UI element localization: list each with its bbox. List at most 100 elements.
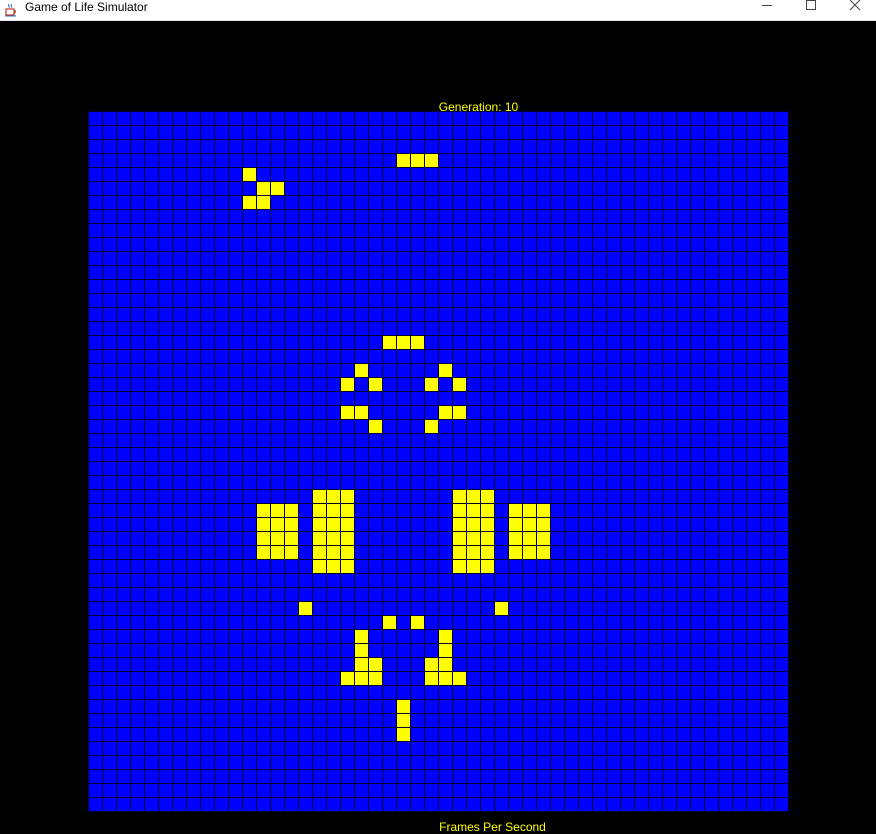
live-cell[interactable] bbox=[425, 672, 438, 685]
live-cell[interactable] bbox=[341, 672, 354, 685]
live-cell[interactable] bbox=[341, 490, 354, 503]
live-cell[interactable] bbox=[313, 490, 326, 503]
live-cell[interactable] bbox=[537, 546, 550, 559]
live-cell[interactable] bbox=[397, 700, 410, 713]
live-cell[interactable] bbox=[271, 546, 284, 559]
live-cell[interactable] bbox=[481, 546, 494, 559]
live-cell[interactable] bbox=[453, 504, 466, 517]
live-cell[interactable] bbox=[341, 560, 354, 573]
live-cell[interactable] bbox=[453, 406, 466, 419]
live-cell[interactable] bbox=[439, 644, 452, 657]
live-cell[interactable] bbox=[481, 490, 494, 503]
live-cell[interactable] bbox=[341, 518, 354, 531]
live-cell[interactable] bbox=[397, 714, 410, 727]
live-cell[interactable] bbox=[523, 532, 536, 545]
live-cell[interactable] bbox=[313, 532, 326, 545]
minimize-button[interactable] bbox=[744, 0, 790, 21]
live-cell[interactable] bbox=[383, 336, 396, 349]
live-cell[interactable] bbox=[523, 518, 536, 531]
live-cell[interactable] bbox=[509, 532, 522, 545]
live-cell[interactable] bbox=[453, 560, 466, 573]
live-cell[interactable] bbox=[285, 532, 298, 545]
live-cell[interactable] bbox=[509, 518, 522, 531]
live-cell[interactable] bbox=[537, 504, 550, 517]
live-cell[interactable] bbox=[341, 378, 354, 391]
live-cell[interactable] bbox=[369, 658, 382, 671]
live-cell[interactable] bbox=[397, 728, 410, 741]
live-cell[interactable] bbox=[313, 518, 326, 531]
live-cell[interactable] bbox=[467, 504, 480, 517]
live-cell[interactable] bbox=[439, 630, 452, 643]
live-cell[interactable] bbox=[453, 672, 466, 685]
live-cell[interactable] bbox=[425, 378, 438, 391]
live-cell[interactable] bbox=[453, 546, 466, 559]
live-cell[interactable] bbox=[467, 518, 480, 531]
live-cell[interactable] bbox=[313, 560, 326, 573]
live-cell[interactable] bbox=[411, 154, 424, 167]
live-cell[interactable] bbox=[453, 532, 466, 545]
live-cell[interactable] bbox=[313, 504, 326, 517]
live-cell[interactable] bbox=[257, 532, 270, 545]
live-cell[interactable] bbox=[355, 406, 368, 419]
live-cell[interactable] bbox=[467, 546, 480, 559]
live-cell[interactable] bbox=[341, 504, 354, 517]
live-cell[interactable] bbox=[425, 658, 438, 671]
live-cell[interactable] bbox=[467, 490, 480, 503]
live-cell[interactable] bbox=[411, 336, 424, 349]
live-cell[interactable] bbox=[369, 378, 382, 391]
live-cell[interactable] bbox=[257, 504, 270, 517]
live-cell[interactable] bbox=[355, 364, 368, 377]
live-cell[interactable] bbox=[271, 518, 284, 531]
live-cell[interactable] bbox=[285, 518, 298, 531]
live-cell[interactable] bbox=[271, 504, 284, 517]
live-cell[interactable] bbox=[243, 196, 256, 209]
live-cell[interactable] bbox=[327, 490, 340, 503]
live-cell[interactable] bbox=[271, 182, 284, 195]
live-cell[interactable] bbox=[327, 518, 340, 531]
live-cell[interactable] bbox=[327, 560, 340, 573]
live-cell[interactable] bbox=[299, 602, 312, 615]
live-cell[interactable] bbox=[243, 168, 256, 181]
live-cell[interactable] bbox=[397, 154, 410, 167]
live-cell[interactable] bbox=[425, 420, 438, 433]
live-cell[interactable] bbox=[495, 602, 508, 615]
live-cell[interactable] bbox=[355, 644, 368, 657]
live-cell[interactable] bbox=[453, 490, 466, 503]
live-cell[interactable] bbox=[439, 364, 452, 377]
live-cell[interactable] bbox=[327, 504, 340, 517]
live-cell[interactable] bbox=[481, 560, 494, 573]
live-cell[interactable] bbox=[439, 658, 452, 671]
live-cell[interactable] bbox=[313, 546, 326, 559]
live-cell[interactable] bbox=[481, 504, 494, 517]
live-cell[interactable] bbox=[271, 532, 284, 545]
live-cell[interactable] bbox=[523, 546, 536, 559]
live-cell[interactable] bbox=[481, 518, 494, 531]
live-cell[interactable] bbox=[453, 518, 466, 531]
close-button[interactable] bbox=[832, 0, 876, 21]
live-cell[interactable] bbox=[257, 182, 270, 195]
live-cell[interactable] bbox=[355, 658, 368, 671]
live-cell[interactable] bbox=[355, 672, 368, 685]
window-titlebar[interactable]: Game of Life Simulator bbox=[0, 0, 876, 21]
live-cell[interactable] bbox=[411, 616, 424, 629]
maximize-button[interactable] bbox=[788, 0, 834, 21]
life-grid[interactable] bbox=[88, 111, 789, 812]
live-cell[interactable] bbox=[467, 532, 480, 545]
live-cell[interactable] bbox=[355, 630, 368, 643]
live-cell[interactable] bbox=[439, 406, 452, 419]
live-cell[interactable] bbox=[257, 518, 270, 531]
live-cell[interactable] bbox=[285, 546, 298, 559]
live-cell[interactable] bbox=[537, 532, 550, 545]
live-cell[interactable] bbox=[509, 504, 522, 517]
live-cell[interactable] bbox=[341, 546, 354, 559]
live-cell[interactable] bbox=[369, 420, 382, 433]
live-cell[interactable] bbox=[369, 672, 382, 685]
live-cell[interactable] bbox=[509, 546, 522, 559]
live-cell[interactable] bbox=[327, 532, 340, 545]
live-cell[interactable] bbox=[397, 336, 410, 349]
live-cell[interactable] bbox=[481, 532, 494, 545]
live-cell[interactable] bbox=[453, 378, 466, 391]
live-cell[interactable] bbox=[383, 616, 396, 629]
live-cell[interactable] bbox=[341, 532, 354, 545]
live-cell[interactable] bbox=[257, 546, 270, 559]
